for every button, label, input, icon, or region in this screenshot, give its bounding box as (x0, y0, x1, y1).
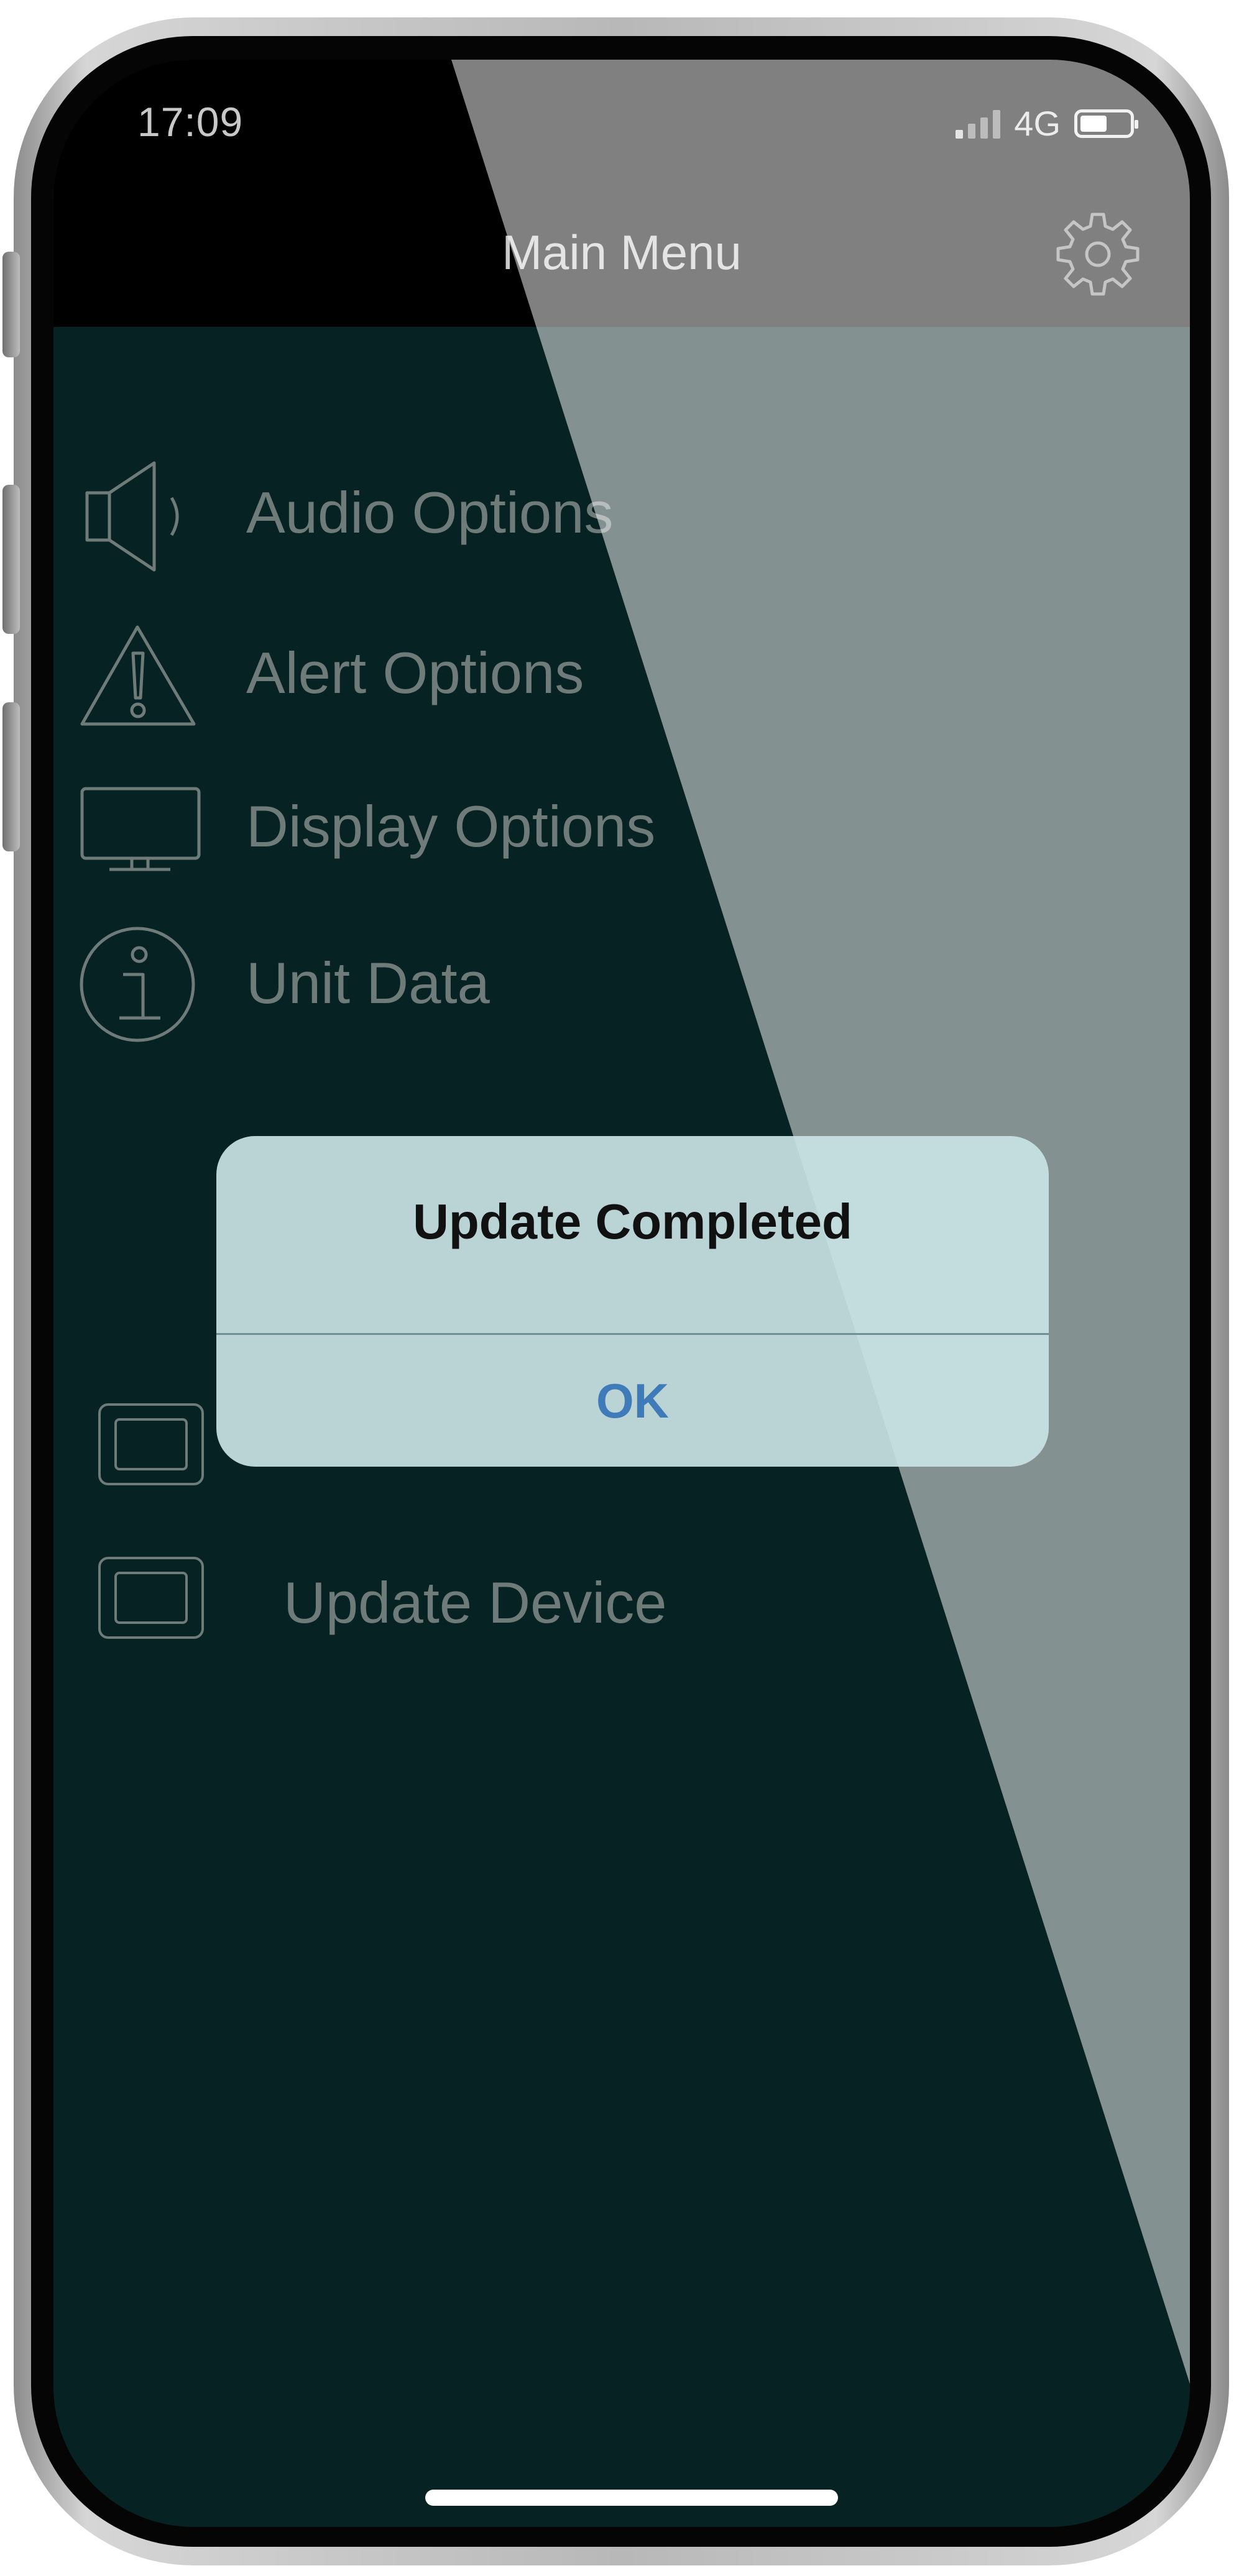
menu-item-label: Unit Data (246, 950, 490, 1015)
menu-item-label: Display Options (246, 794, 656, 859)
volume-up-button (2, 485, 20, 634)
update-completed-alert: Update Completed OK (216, 1136, 1049, 1467)
navigation-bar: 17:09 4G Main Menu (53, 60, 1190, 327)
ok-button[interactable]: OK (216, 1335, 1049, 1467)
warning-icon (80, 625, 196, 726)
speaker-icon (85, 461, 179, 572)
device-item-update-device[interactable]: Update Device (97, 1556, 843, 1667)
network-type: 4G (1014, 104, 1061, 143)
page-title: Main Menu (502, 225, 742, 280)
alert-title: Update Completed (413, 1194, 852, 1249)
battery-icon (1074, 109, 1138, 138)
status-time: 17:09 (137, 99, 244, 145)
home-indicator[interactable] (425, 2490, 838, 2506)
mute-switch (2, 252, 20, 357)
monitor-icon (80, 787, 201, 871)
info-icon (80, 927, 195, 1042)
phone-screen: 17:09 4G Main Menu Audio Options Alert O… (53, 60, 1190, 2527)
menu-item-display-options[interactable]: Display Options (78, 784, 824, 902)
menu-item-label: Audio Options (246, 480, 614, 545)
gear-icon[interactable] (1051, 206, 1145, 299)
menu-item-alert-options[interactable]: Alert Options (78, 622, 824, 740)
volume-down-button (2, 702, 20, 851)
signal-icon (956, 109, 1001, 139)
status-indicators: 4G (956, 103, 1138, 144)
menu-item-audio-options[interactable]: Audio Options (78, 454, 824, 572)
device-icon (98, 1557, 204, 1639)
device-icon (98, 1403, 204, 1485)
menu-item-unit-data[interactable]: Unit Data (78, 924, 824, 1042)
menu-item-label: Alert Options (246, 640, 584, 705)
device-label: Update Device (283, 1570, 667, 1635)
